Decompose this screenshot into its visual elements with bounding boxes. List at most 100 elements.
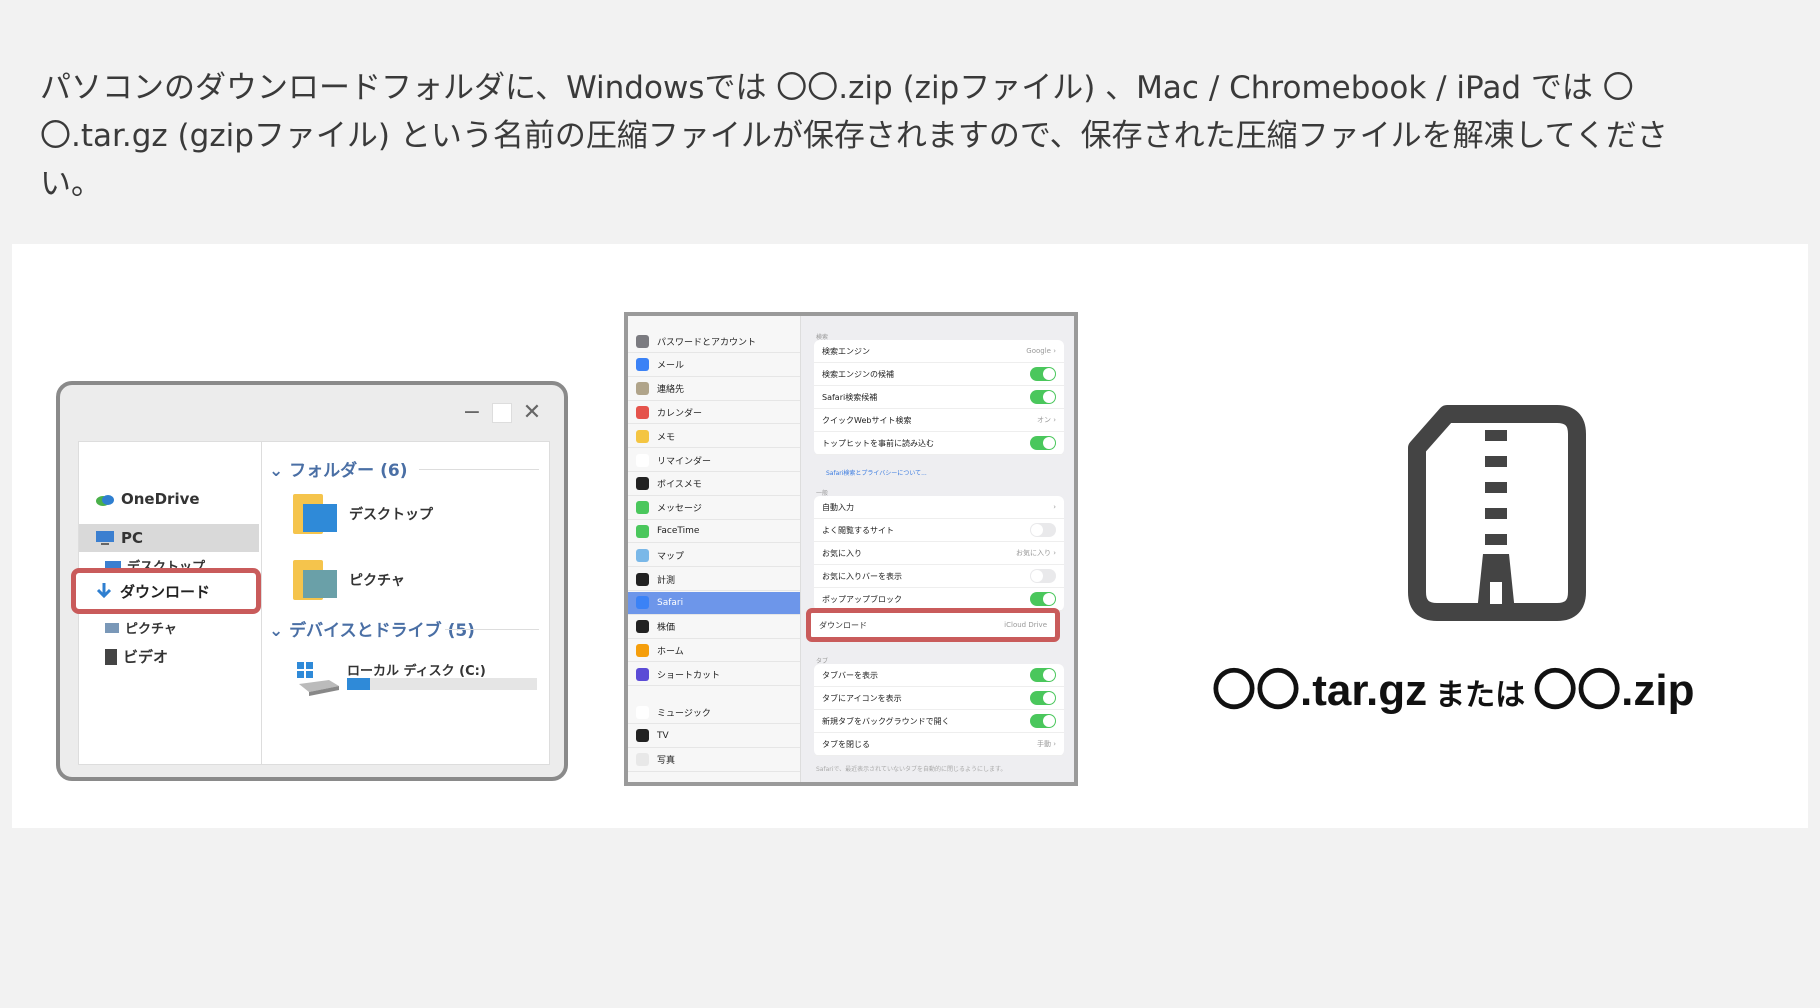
app-icon (636, 524, 649, 538)
tar-gz-filename: 〇〇.tar.gz (1212, 666, 1428, 715)
settings-row[interactable]: お気に入りバーを表示 (814, 565, 1064, 588)
nav-item-label: OneDrive (121, 490, 200, 508)
app-icon (636, 334, 649, 348)
tabs-settings-card: タブバーを表示タブにアイコンを表示新規タブをバックグラウンドで開く タブを閉じる 手… (814, 664, 1064, 756)
sidebar-item[interactable]: ショートカット (628, 663, 800, 687)
content-pane: ⌄ フォルダー (6) デスクトップ ピクチャ ⌄ デバイスとドライブ (5) (269, 442, 549, 764)
settings-row[interactable]: クイックWebサイト検索 オン › (814, 409, 1064, 432)
sidebar-item[interactable]: ホーム (628, 639, 800, 663)
folder-desktop-label[interactable]: デスクトップ (349, 504, 433, 524)
sidebar-item-label: マップ (657, 551, 685, 562)
nav-item-pc[interactable]: PC (79, 524, 259, 552)
sidebar-item[interactable]: 連絡先 (628, 378, 800, 401)
settings-row-label: 検索エンジン (822, 346, 870, 356)
nav-item-label: PC (121, 529, 144, 547)
connector-text: または (1435, 679, 1526, 712)
compressed-file-icon (1408, 405, 1586, 621)
settings-row-label: Safari検索候補 (822, 392, 878, 402)
app-icon (636, 429, 649, 443)
app-icon (636, 643, 649, 657)
settings-row[interactable]: お気に入り お気に入り › (814, 542, 1064, 565)
app-icon (636, 548, 649, 562)
app-icon (636, 753, 649, 767)
settings-row-value: オン › (1037, 415, 1056, 425)
sidebar-item-label: ボイスメモ (657, 480, 702, 491)
sidebar-item-label: ホーム (657, 646, 684, 657)
sidebar-item[interactable]: ミュージック (628, 701, 800, 724)
toggle-switch[interactable] (1030, 668, 1056, 682)
app-icon (636, 705, 649, 719)
toggle-switch[interactable] (1030, 390, 1056, 404)
nav-item-downloads-highlighted[interactable]: ダウンロード (71, 568, 261, 614)
sidebar-item[interactable]: リマインダー (628, 449, 800, 472)
sidebar-item[interactable]: FaceTime (628, 520, 800, 544)
settings-row-label: よく閲覧するサイト (822, 525, 894, 535)
app-icon (636, 729, 649, 743)
close-icon[interactable]: ✕ (520, 401, 544, 425)
settings-row-label: 新規タブをバックグラウンドで開く (822, 716, 950, 726)
sidebar-item[interactable]: 計測 (628, 568, 800, 591)
privacy-link[interactable]: Safari検索とプライバシーについて... (826, 468, 927, 477)
settings-row[interactable]: タブバーを表示 (814, 664, 1064, 687)
sidebar-item[interactable]: メッセージ (628, 497, 800, 520)
toggle-switch[interactable] (1030, 436, 1056, 450)
folder-pictures-label[interactable]: ピクチャ (349, 570, 405, 590)
toggle-switch[interactable] (1030, 714, 1056, 728)
settings-row-label: クイックWebサイト検索 (822, 415, 912, 425)
settings-row[interactable]: 検索エンジン Google › (814, 340, 1064, 363)
settings-row[interactable]: Safari検索候補 (814, 386, 1064, 409)
settings-row-label: タブを閉じる (822, 739, 870, 749)
toggle-switch[interactable] (1030, 367, 1056, 381)
settings-row-label: タブにアイコンを表示 (822, 693, 902, 703)
app-icon (636, 453, 649, 467)
sidebar-item[interactable]: 株価 (628, 616, 800, 639)
toggle-switch[interactable] (1030, 592, 1056, 606)
settings-row[interactable]: 検索エンジンの候補 (814, 363, 1064, 386)
sidebar-item[interactable]: メモ (628, 425, 800, 449)
sidebar-item[interactable]: パスワードとアカウント (628, 330, 800, 353)
toggle-switch[interactable] (1030, 523, 1056, 537)
settings-row[interactable]: よく閲覧するサイト (814, 519, 1064, 542)
settings-row[interactable]: タブを閉じる 手動 › (814, 733, 1064, 756)
toggle-switch[interactable] (1030, 569, 1056, 583)
nav-item-videos[interactable]: ビデオ (105, 646, 168, 667)
app-icon (636, 501, 649, 515)
nav-item-label: ビデオ (123, 648, 169, 666)
safari-settings-pane: 検索 検索エンジン Google › 検索エンジンの候補 Safari検索候補 クイック… (806, 316, 1070, 782)
sidebar-item[interactable]: メール (628, 354, 800, 377)
sidebar-item[interactable]: Safari (628, 591, 800, 615)
chevron-right-icon: › (1050, 416, 1056, 424)
sidebar-item-label: リマインダー (657, 456, 712, 467)
local-disk-label[interactable]: ローカル ディスク (C:) (347, 660, 486, 679)
nav-item-onedrive[interactable]: OneDrive (95, 490, 200, 508)
folders-group-header[interactable]: ⌄ フォルダー (6) (269, 456, 407, 481)
sidebar-item[interactable]: 写真 (628, 749, 800, 772)
navigation-pane: OneDrive PC デスクトップ ダウンロード ピクチャ (71, 442, 262, 764)
settings-row[interactable]: 自動入力 › (814, 496, 1064, 519)
sidebar-item[interactable]: カレンダー (628, 401, 800, 425)
toggle-switch[interactable] (1030, 691, 1056, 705)
zip-filename: 〇〇.zip (1533, 666, 1695, 715)
film-icon (105, 648, 117, 665)
settings-row[interactable]: トップヒットを事前に読み込む (814, 432, 1064, 455)
sidebar-item-label: 写真 (657, 756, 676, 767)
nav-item-label: ピクチャ (125, 622, 177, 637)
sidebar-item[interactable]: マップ (628, 544, 800, 568)
minimize-icon[interactable]: − (460, 401, 484, 425)
settings-row[interactable]: 新規タブをバックグラウンドで開く (814, 710, 1064, 733)
app-icon (636, 405, 649, 419)
app-icon (636, 358, 649, 372)
downloads-row-value: iCloud Drive (1004, 621, 1047, 629)
maximize-icon[interactable] (490, 401, 514, 425)
settings-row-label: ポップアップブロック (822, 594, 902, 604)
settings-row-label: 検索エンジンの候補 (822, 369, 894, 379)
value-text: 手動 (1036, 740, 1051, 748)
settings-row[interactable]: タブにアイコンを表示 (814, 687, 1064, 710)
downloads-row-highlighted[interactable]: ダウンロード iCloud Drive (806, 608, 1060, 642)
app-icon (636, 382, 649, 396)
sidebar-item[interactable]: TV (628, 725, 800, 748)
settings-sidebar: パスワードとアカウント メール 連絡先 カレンダー メモリマインダー ボイスメモメッセージ… (628, 316, 801, 782)
nav-item-pictures[interactable]: ピクチャ (105, 618, 177, 637)
computer-icon (96, 531, 114, 545)
sidebar-item[interactable]: ボイスメモ (628, 473, 800, 496)
